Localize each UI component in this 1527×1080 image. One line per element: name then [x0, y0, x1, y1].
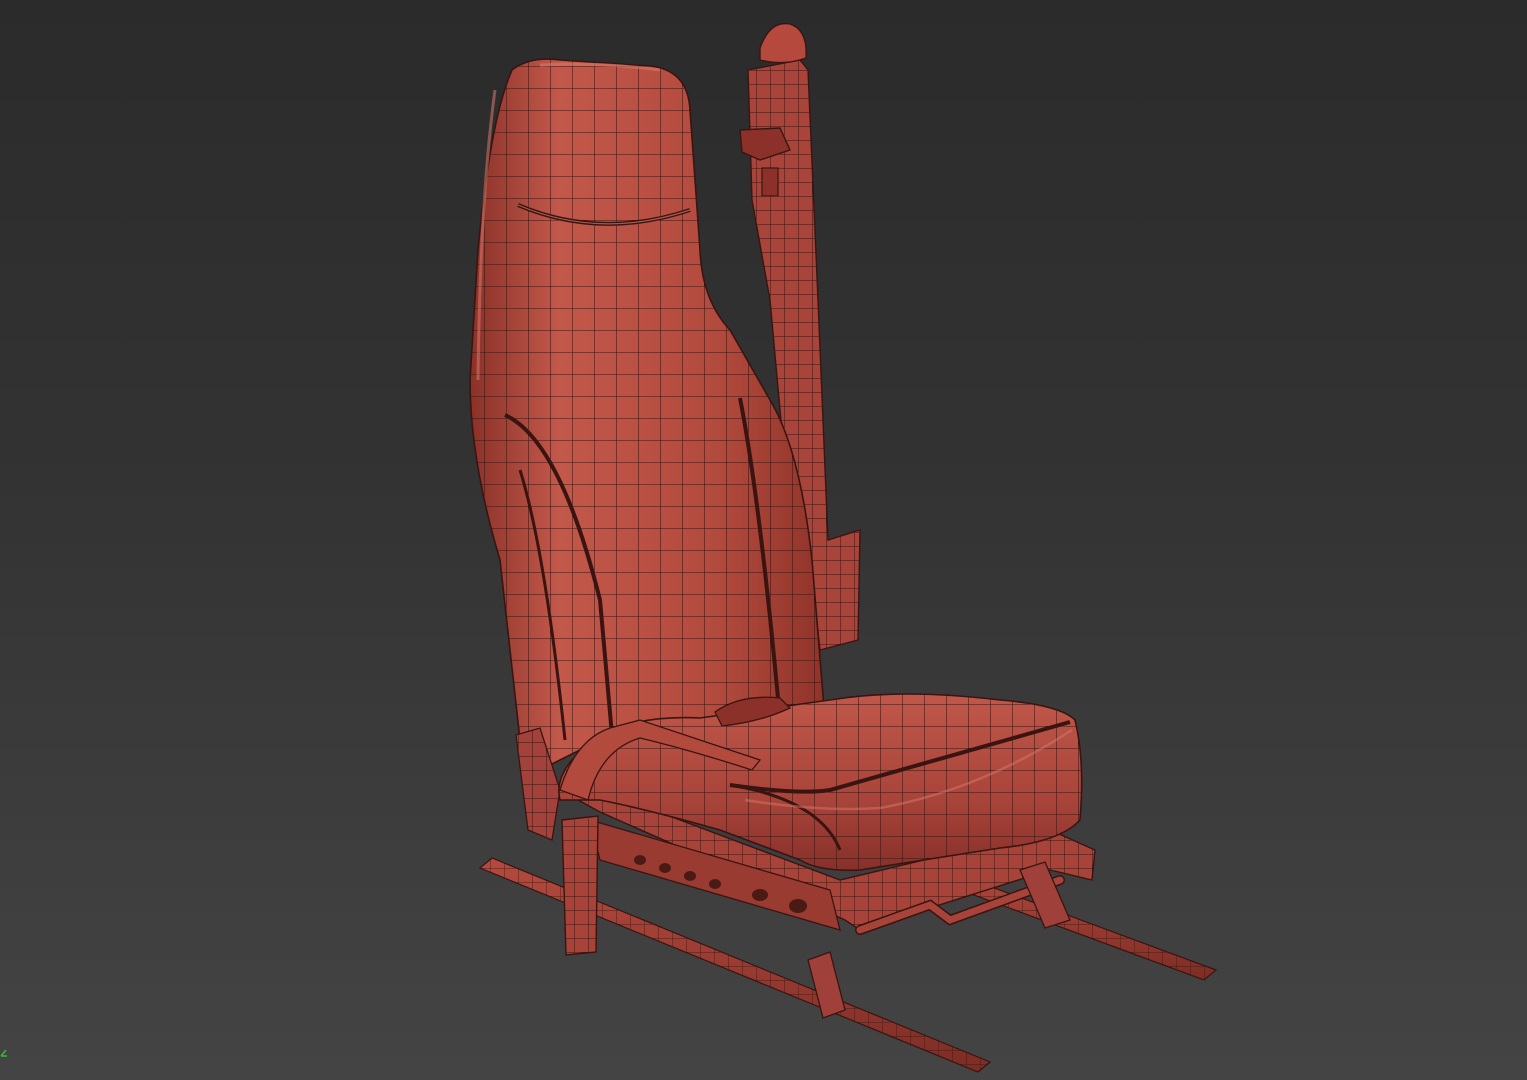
viewport-scene[interactable] — [0, 0, 1527, 1080]
axis-tripod-icon — [0, 1049, 7, 1057]
3d-viewport[interactable] — [0, 0, 1527, 1080]
